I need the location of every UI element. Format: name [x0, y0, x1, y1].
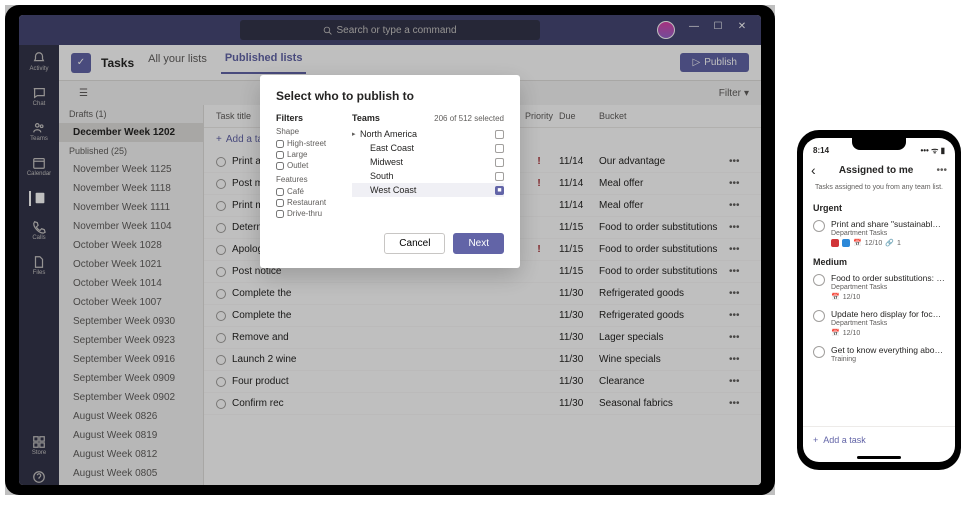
phone-task-row[interactable]: Food to order substitutions: Post… Depar… [803, 269, 955, 305]
phone-task-meta: Department Tasks [831, 230, 945, 237]
teams-label: Teams [352, 113, 434, 123]
team-checkbox[interactable] [495, 158, 504, 167]
team-checkbox[interactable] [495, 144, 504, 153]
phone-task-title: Get to know everything about digi… [831, 345, 945, 355]
phone-task-row[interactable]: Update hero display for focus on ne… Dep… [803, 305, 955, 341]
filter-checkbox[interactable]: Drive-thru [276, 208, 338, 219]
modal-overlay[interactable]: Select who to publish to Filters Shape H… [19, 15, 761, 485]
red-tag-icon [831, 239, 839, 247]
team-row[interactable]: West Coast ■ [352, 183, 504, 197]
team-row[interactable]: ▸North America [352, 127, 504, 141]
team-name: North America [360, 129, 417, 139]
phone-mockup: 8:14 ••• ᯤ ▮ ‹ Assigned to me ••• Tasks … [797, 130, 961, 470]
filters-label: Filters [276, 113, 338, 123]
filter-checkbox[interactable]: High-street [276, 138, 338, 149]
filter-checkbox[interactable]: Outlet [276, 160, 338, 171]
phone-subtitle: Tasks assigned to you from any team list… [803, 184, 955, 197]
plus-icon: + [813, 435, 818, 445]
team-name: South [370, 171, 394, 181]
more-button[interactable]: ••• [936, 165, 947, 176]
phone-task-radio[interactable] [813, 220, 825, 232]
phone-task-radio[interactable] [813, 274, 825, 286]
filter-checkbox[interactable]: Large [276, 149, 338, 160]
calendar-icon: 📅 [853, 239, 862, 247]
modal-title: Select who to publish to [276, 89, 504, 103]
phone-task-meta: Department Tasks [831, 284, 945, 291]
filter-checkbox[interactable]: Café [276, 186, 338, 197]
team-row[interactable]: Midwest [352, 155, 504, 169]
team-checkbox[interactable] [495, 172, 504, 181]
shape-label: Shape [276, 127, 338, 136]
phone-task-radio[interactable] [813, 310, 825, 322]
team-name: West Coast [370, 185, 416, 195]
phone-section-label: Medium [803, 251, 955, 269]
next-button[interactable]: Next [453, 233, 504, 254]
phone-page-title: Assigned to me [816, 165, 937, 176]
selection-count: 206 of 512 selected [434, 114, 504, 123]
attachment-icon: 🔗 [885, 239, 894, 247]
calendar-icon: 📅 [831, 293, 840, 301]
phone-add-task[interactable]: +Add a task [803, 426, 955, 453]
calendar-icon: 📅 [831, 329, 840, 337]
phone-task-row[interactable]: Print and share "sustainable, huma… Depa… [803, 215, 955, 251]
team-checkbox[interactable] [495, 130, 504, 139]
caret-icon: ▸ [352, 130, 360, 138]
signal-icons: ••• ᯤ ▮ [920, 145, 945, 156]
phone-task-row[interactable]: Get to know everything about digi… Train… [803, 341, 955, 367]
team-checkbox[interactable]: ■ [495, 186, 504, 195]
publish-modal: Select who to publish to Filters Shape H… [260, 75, 520, 268]
phone-section-label: Urgent [803, 197, 955, 215]
phone-task-title: Food to order substitutions: Post… [831, 273, 945, 283]
team-row[interactable]: East Coast [352, 141, 504, 155]
cancel-button[interactable]: Cancel [384, 233, 445, 254]
phone-task-radio[interactable] [813, 346, 825, 358]
blue-tag-icon [842, 239, 850, 247]
phone-task-meta: Training [831, 356, 945, 363]
filter-checkbox[interactable]: Restaurant [276, 197, 338, 208]
team-row[interactable]: South [352, 169, 504, 183]
features-label: Features [276, 175, 338, 184]
home-indicator[interactable] [857, 456, 901, 459]
phone-task-meta: Department Tasks [831, 320, 945, 327]
team-name: East Coast [370, 143, 414, 153]
team-name: Midwest [370, 157, 403, 167]
phone-task-title: Update hero display for focus on ne… [831, 309, 945, 319]
phone-task-title: Print and share "sustainable, huma… [831, 219, 945, 229]
